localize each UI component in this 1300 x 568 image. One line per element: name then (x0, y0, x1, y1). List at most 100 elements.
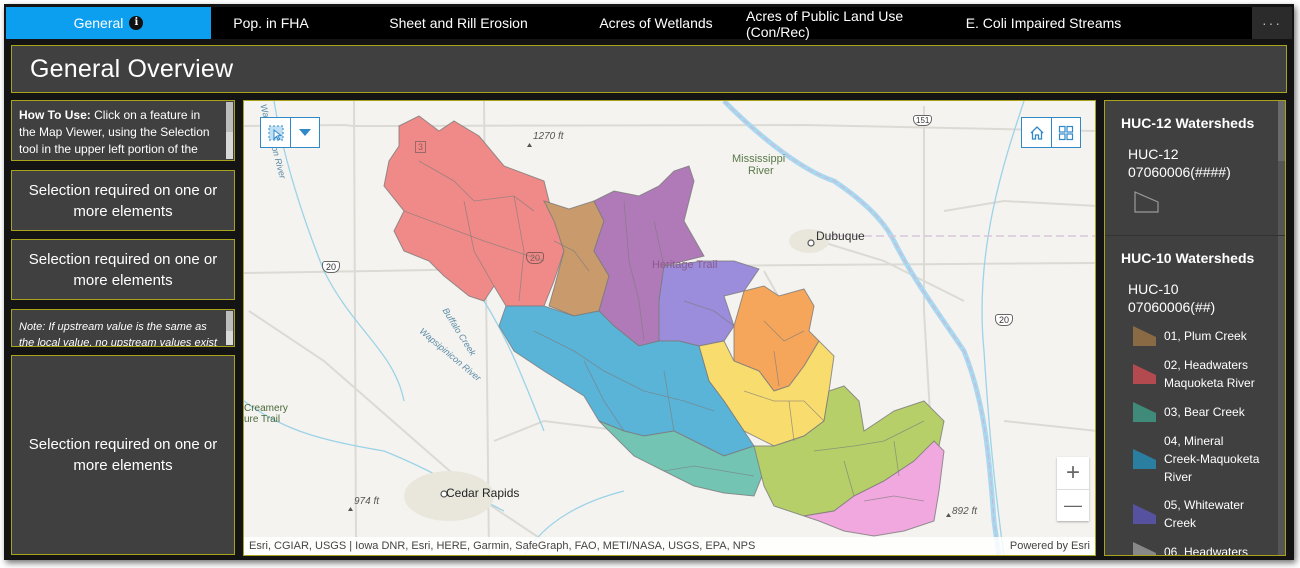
tab-bar: General i Pop. in FHA Sheet and Rill Ero… (6, 7, 1292, 40)
road (943, 199, 1095, 212)
tab-label: Sheet and Rill Erosion (389, 15, 528, 31)
road (248, 310, 545, 542)
tab-pop-in-fha[interactable]: Pop. in FHA (211, 7, 331, 39)
elevation-label: 892 ft (952, 506, 978, 517)
select-by-rectangle-button[interactable] (261, 118, 290, 147)
legend-item-label: 06, Headwaters (1164, 545, 1249, 556)
home-button[interactable] (1022, 118, 1051, 147)
legend-huc10: HUC-10 Watersheds HUC-10 07060006(##) 01… (1105, 236, 1285, 556)
tab-sheet-rill-erosion[interactable]: Sheet and Rill Erosion (331, 7, 586, 39)
selection-panel-3: Selection required on one or more elemen… (11, 355, 235, 555)
zoom-out-button[interactable]: — (1057, 489, 1089, 521)
selection-required-text: Selection required on one or more elemen… (28, 250, 218, 289)
legend-layer-line: 07060006(##) (1128, 299, 1216, 315)
highway-shield-us151: 151 (913, 115, 933, 126)
scrollbar-thumb[interactable] (226, 311, 233, 331)
legend-swatch-icon (1133, 542, 1156, 555)
legend-layer-name: HUC-10 07060006(##) (1128, 280, 1285, 316)
tab-acres-wetlands[interactable]: Acres of Wetlands (586, 7, 726, 39)
page-header: General Overview (11, 45, 1287, 93)
info-icon[interactable]: i (129, 16, 144, 30)
selection-panel-1: Selection required on one or more elemen… (11, 170, 235, 231)
highway-shield-us20: 20 (995, 314, 1014, 326)
legend-title: HUC-10 Watersheds (1121, 250, 1255, 266)
tab-label: Acres of Public Land Use (Con/Rec) (746, 8, 904, 40)
legend-layer-line: HUC-12 (1128, 146, 1179, 162)
legend-panel: HUC-12 Watersheds HUC-12 07060006(####) … (1104, 100, 1286, 556)
legend-item: 02, Headwaters Maquoketa River (1133, 356, 1285, 392)
page-title: General Overview (30, 55, 234, 83)
legend-item: 05, Whitewater Creek (1133, 496, 1285, 532)
legend-item-label: 01, Plum Creek (1164, 329, 1247, 343)
river (981, 101, 1025, 555)
scrollbar-thumb[interactable] (226, 102, 233, 132)
legend-item: 03, Bear Creek (1133, 402, 1285, 422)
legend-swatch-icon (1133, 364, 1156, 384)
city-marker-dubuque (807, 239, 815, 247)
basemap-gallery-button[interactable] (1051, 118, 1080, 147)
trail-label: Creamery (244, 403, 288, 414)
legend-item: 06, Headwaters (1133, 542, 1285, 556)
note-text: Note: If upstream value is the same as t… (19, 321, 218, 347)
attribution-text[interactable]: Esri, CGIAR, USGS | Iowa DNR, Esri, HERE… (249, 540, 755, 552)
basemap (244, 101, 1095, 555)
road (818, 240, 965, 302)
elevation-label: 1270 ft (533, 131, 564, 142)
polygon-symbol-icon (1134, 191, 1159, 213)
map-viewer[interactable]: 3 20 20 20 151 1270 ft 974 ft 892 ft Mis… (243, 100, 1096, 556)
highway-shield-3: 3 (415, 141, 427, 153)
highway-shield-us20: 20 (322, 261, 341, 273)
zoom-in-button[interactable]: + (1057, 457, 1089, 489)
legend-layer-name: HUC-12 07060006(####) (1128, 145, 1285, 181)
legend-title: HUC-12 Watersheds (1121, 115, 1255, 131)
legend-item-label: 04, Mineral Creek-Maquoketa River (1164, 434, 1260, 484)
elevation-marker (527, 143, 532, 147)
legend-swatch-icon (1133, 326, 1156, 346)
selection-tool (260, 117, 320, 148)
river-label-mississippi: Mississippi (732, 153, 786, 165)
elevation-marker (348, 507, 353, 511)
legend-swatch-icon (1133, 449, 1156, 469)
selection-panel-2: Selection required on one or more elemen… (11, 239, 235, 300)
basemap-gallery-icon (1058, 125, 1074, 140)
tab-general[interactable]: General i (6, 7, 211, 39)
city-label-cedar-rapids: Cedar Rapids (446, 486, 520, 500)
note-panel: Note: If upstream value is the same as t… (11, 309, 235, 347)
legend-swatch-icon (1133, 402, 1156, 422)
more-tabs-button[interactable]: ··· (1252, 7, 1292, 39)
selection-dropdown-button[interactable] (290, 118, 319, 147)
legend-item-label: 05, Whitewater Creek (1164, 498, 1245, 530)
tab-label: General (73, 15, 124, 31)
legend-layer-line: HUC-10 (1128, 281, 1179, 297)
map-nav-buttons (1021, 117, 1081, 148)
tab-label: Acres of Wetlands (599, 15, 713, 31)
city-label-dubuque: Dubuque (816, 229, 865, 243)
zoom-control: + — (1057, 457, 1089, 521)
tab-label: Pop. in FHA (233, 15, 309, 31)
more-icon: ··· (1262, 15, 1282, 31)
highway-shield-us20: 20 (526, 252, 545, 264)
trail-label: ure Trail (244, 414, 281, 425)
tab-public-land-use[interactable]: Acres of Public Land Use (Con/Rec) (726, 7, 926, 40)
how-to-use-panel: How To Use: Click on a feature in the Ma… (11, 100, 235, 161)
how-to-use-label: How To Use: (19, 108, 91, 122)
selection-required-text: Selection required on one or more elemen… (28, 436, 218, 474)
legend-swatch-icon (1133, 504, 1156, 524)
selection-required-text: Selection required on one or more elemen… (28, 181, 218, 220)
legend-item-label: 03, Bear Creek (1164, 405, 1245, 419)
elevation-label: 974 ft (354, 496, 380, 507)
legend-items: 01, Plum Creek 02, Headwaters Maquoketa R… (1121, 326, 1285, 556)
map-attribution: Esri, CGIAR, USGS | Iowa DNR, Esri, HERE… (244, 537, 1095, 555)
legend-item: 04, Mineral Creek-Maquoketa River (1133, 432, 1285, 486)
river-label-mississippi: River (748, 165, 774, 177)
legend-layer-line: 07060006(####) (1128, 164, 1231, 180)
powered-by-esri[interactable]: Powered by Esri (1010, 540, 1090, 552)
select-rectangle-icon (268, 125, 283, 141)
road (1003, 420, 1095, 432)
tab-label: E. Coli Impaired Streams (965, 15, 1122, 31)
tab-ecoli-streams[interactable]: E. Coli Impaired Streams (926, 7, 1161, 39)
legend-huc12: HUC-12 Watersheds HUC-12 07060006(####) (1105, 101, 1285, 236)
trail-label: Heritage Trail (652, 259, 718, 271)
home-icon (1030, 125, 1043, 140)
legend-item-label: 02, Headwaters Maquoketa River (1164, 358, 1255, 390)
